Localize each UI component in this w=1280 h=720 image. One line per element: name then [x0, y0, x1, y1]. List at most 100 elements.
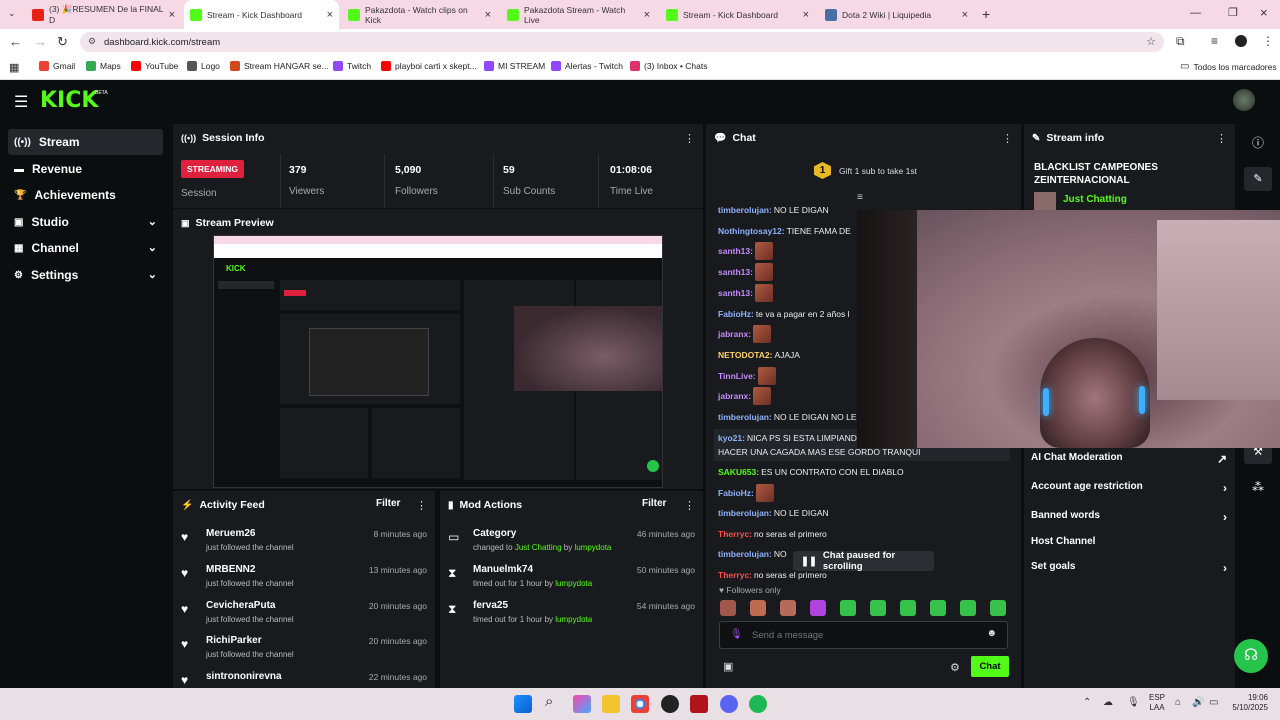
chevron-down-icon[interactable]: ⌄ — [148, 241, 157, 254]
copilot-icon[interactable] — [573, 695, 591, 713]
emoji-icon[interactable]: ☻ — [986, 628, 997, 639]
bookmark-item[interactable]: (3) Inbox • Chats — [630, 61, 707, 71]
account-age-restriction-item[interactable]: Account age restriction › — [1031, 481, 1231, 499]
extensions-icon[interactable]: ⧉ — [1176, 34, 1185, 49]
bookmark-item[interactable]: YouTube — [131, 61, 178, 71]
forward-icon[interactable]: → — [34, 34, 47, 49]
filter-button[interactable]: Filter — [642, 498, 666, 509]
connections-icon[interactable]: ⁂ — [1252, 480, 1264, 494]
chat-username[interactable]: Nothingtosay12: — [718, 226, 785, 236]
chevron-down-icon[interactable]: ⌄ — [148, 215, 157, 228]
browser-tab[interactable]: Pakazdota Stream - Watch Live × — [501, 0, 656, 29]
sidebar-item-achievements[interactable]: 🏆 Achievements — [8, 182, 163, 208]
tab-list-icon[interactable]: ⌄ — [8, 8, 16, 19]
onedrive-icon[interactable]: ☁ — [1103, 697, 1113, 708]
chat-username[interactable]: Therryc: — [718, 529, 752, 539]
category-link[interactable]: Just Chatting — [1063, 194, 1127, 205]
bookmark-item[interactable]: Logo — [187, 61, 220, 71]
kick-logo[interactable]: KICK — [40, 88, 98, 113]
emote-icon[interactable] — [870, 600, 886, 616]
filter-button[interactable]: Filter — [376, 498, 400, 509]
mod-username[interactable]: lumpydota — [574, 543, 611, 552]
chat-input-box[interactable]: 🎙 ☻ — [719, 621, 1008, 649]
network-icon[interactable]: ⌂ — [1175, 697, 1181, 708]
bookmark-item[interactable]: MI STREAM — [484, 61, 545, 71]
reload-icon[interactable]: ↻ — [57, 34, 68, 50]
hamburger-menu-icon[interactable]: ☰ — [14, 92, 28, 112]
sidebar-item-channel[interactable]: ▦ Channel ⌄ — [8, 235, 163, 261]
help-headset-icon[interactable]: ☊ — [1234, 639, 1268, 673]
chat-username[interactable]: TinnLive: — [718, 371, 756, 381]
user-avatar[interactable] — [1233, 89, 1255, 111]
gift-sub-button[interactable]: Gift 1 sub to take 1st — [839, 166, 917, 176]
mod-username[interactable]: lumpydota — [555, 579, 592, 588]
bookmark-star-icon[interactable]: ☆ — [1146, 35, 1156, 48]
bookmark-item[interactable]: Alertas - Twitch — [551, 61, 623, 71]
chat-settings-gear-icon[interactable]: ⚙ — [950, 661, 960, 674]
activity-username[interactable]: sintrononirevna — [206, 671, 282, 682]
dota-icon[interactable] — [690, 695, 708, 713]
chat-paused-button[interactable]: ❚❚ Chat paused for scrolling — [793, 550, 934, 572]
close-icon[interactable]: × — [485, 9, 491, 21]
new-tab-button[interactable]: + — [982, 6, 990, 22]
maximize-button[interactable]: ❐ — [1228, 6, 1238, 19]
browser-tab[interactable]: Stream - Kick Dashboard × — [660, 0, 815, 29]
more-options-icon[interactable]: ⋮ — [1216, 132, 1227, 145]
more-options-icon[interactable]: ⋮ — [684, 132, 695, 145]
store-icon[interactable]: ▣ — [723, 660, 733, 673]
language-indicator[interactable]: ESP LAA — [1149, 693, 1165, 713]
start-icon[interactable] — [514, 695, 532, 713]
minimize-button[interactable]: — — [1190, 7, 1201, 19]
host-channel-item[interactable]: Host Channel — [1031, 536, 1231, 554]
clock[interactable]: 19:06 5/10/2025 — [1228, 693, 1268, 713]
chevron-down-icon[interactable]: ⌄ — [148, 268, 157, 281]
chat-message-input[interactable] — [752, 627, 972, 643]
sidebar-item-studio[interactable]: ▣ Studio ⌄ — [8, 209, 163, 235]
chat-username[interactable]: NETODOTA2: — [718, 350, 772, 360]
emote-icon[interactable] — [900, 600, 916, 616]
ai-chat-moderation-item[interactable]: AI Chat Moderation ↗ — [1031, 452, 1231, 470]
pinned-toggle-icon[interactable]: ≡ — [857, 192, 863, 203]
chat-username[interactable]: SAKU653: — [718, 467, 759, 477]
emote-icon[interactable] — [780, 600, 796, 616]
mic-tray-icon[interactable]: 🎙 — [1127, 697, 1140, 708]
close-icon[interactable]: × — [644, 9, 650, 21]
media-icon[interactable]: ≡ — [1211, 34, 1218, 48]
close-icon[interactable]: × — [327, 9, 333, 21]
site-info-icon[interactable]: ⚙ — [88, 36, 96, 47]
search-icon[interactable]: ⌕ — [545, 693, 553, 710]
all-bookmarks[interactable]: ▭ Todos los marcadores — [1180, 61, 1277, 72]
emote-icon[interactable] — [930, 600, 946, 616]
chat-username[interactable]: FabioHz: — [718, 488, 754, 498]
sidebar-item-revenue[interactable]: ▬ Revenue — [8, 156, 163, 182]
emote-icon[interactable] — [810, 600, 826, 616]
more-options-icon[interactable]: ⋮ — [684, 499, 695, 512]
info-icon[interactable]: ⓘ — [1252, 134, 1264, 151]
obs-icon[interactable] — [661, 695, 679, 713]
browser-tab[interactable]: Pakazdota - Watch clips on Kick × — [342, 0, 497, 29]
close-icon[interactable]: × — [962, 9, 968, 21]
activity-username[interactable]: MRBENN2 — [206, 564, 255, 575]
chrome-icon[interactable] — [631, 695, 649, 713]
chat-username[interactable]: timberolujan: — [718, 549, 772, 559]
send-chat-button[interactable]: Chat — [971, 656, 1009, 677]
chat-username[interactable]: timberolujan: — [718, 205, 772, 215]
battery-icon[interactable]: ▭ — [1209, 697, 1218, 708]
mod-target[interactable]: Manuelmk74 — [473, 564, 533, 575]
mic-icon[interactable]: 🎙 — [730, 629, 743, 640]
bookmark-item[interactable]: playboi carti x skept... — [381, 61, 477, 71]
bookmark-item[interactable]: Twitch — [333, 61, 371, 71]
close-icon[interactable]: × — [169, 9, 175, 21]
mod-username[interactable]: lumpydota — [555, 615, 592, 624]
emote-icon[interactable] — [720, 600, 736, 616]
url-bar[interactable]: ⚙ dashboard.kick.com/stream ☆ — [80, 32, 1164, 52]
mod-target[interactable]: ferva25 — [473, 600, 508, 611]
close-icon[interactable]: × — [803, 9, 809, 21]
bookmark-item[interactable]: Maps — [86, 61, 121, 71]
apps-grid-icon[interactable]: ▦ — [9, 61, 19, 74]
chat-username[interactable]: santh13: — [718, 246, 753, 256]
emote-icon[interactable] — [990, 600, 1006, 616]
tray-chevron-icon[interactable]: ⌃ — [1083, 697, 1091, 708]
bookmark-item[interactable]: Gmail — [39, 61, 75, 71]
chat-username[interactable]: santh13: — [718, 267, 753, 277]
